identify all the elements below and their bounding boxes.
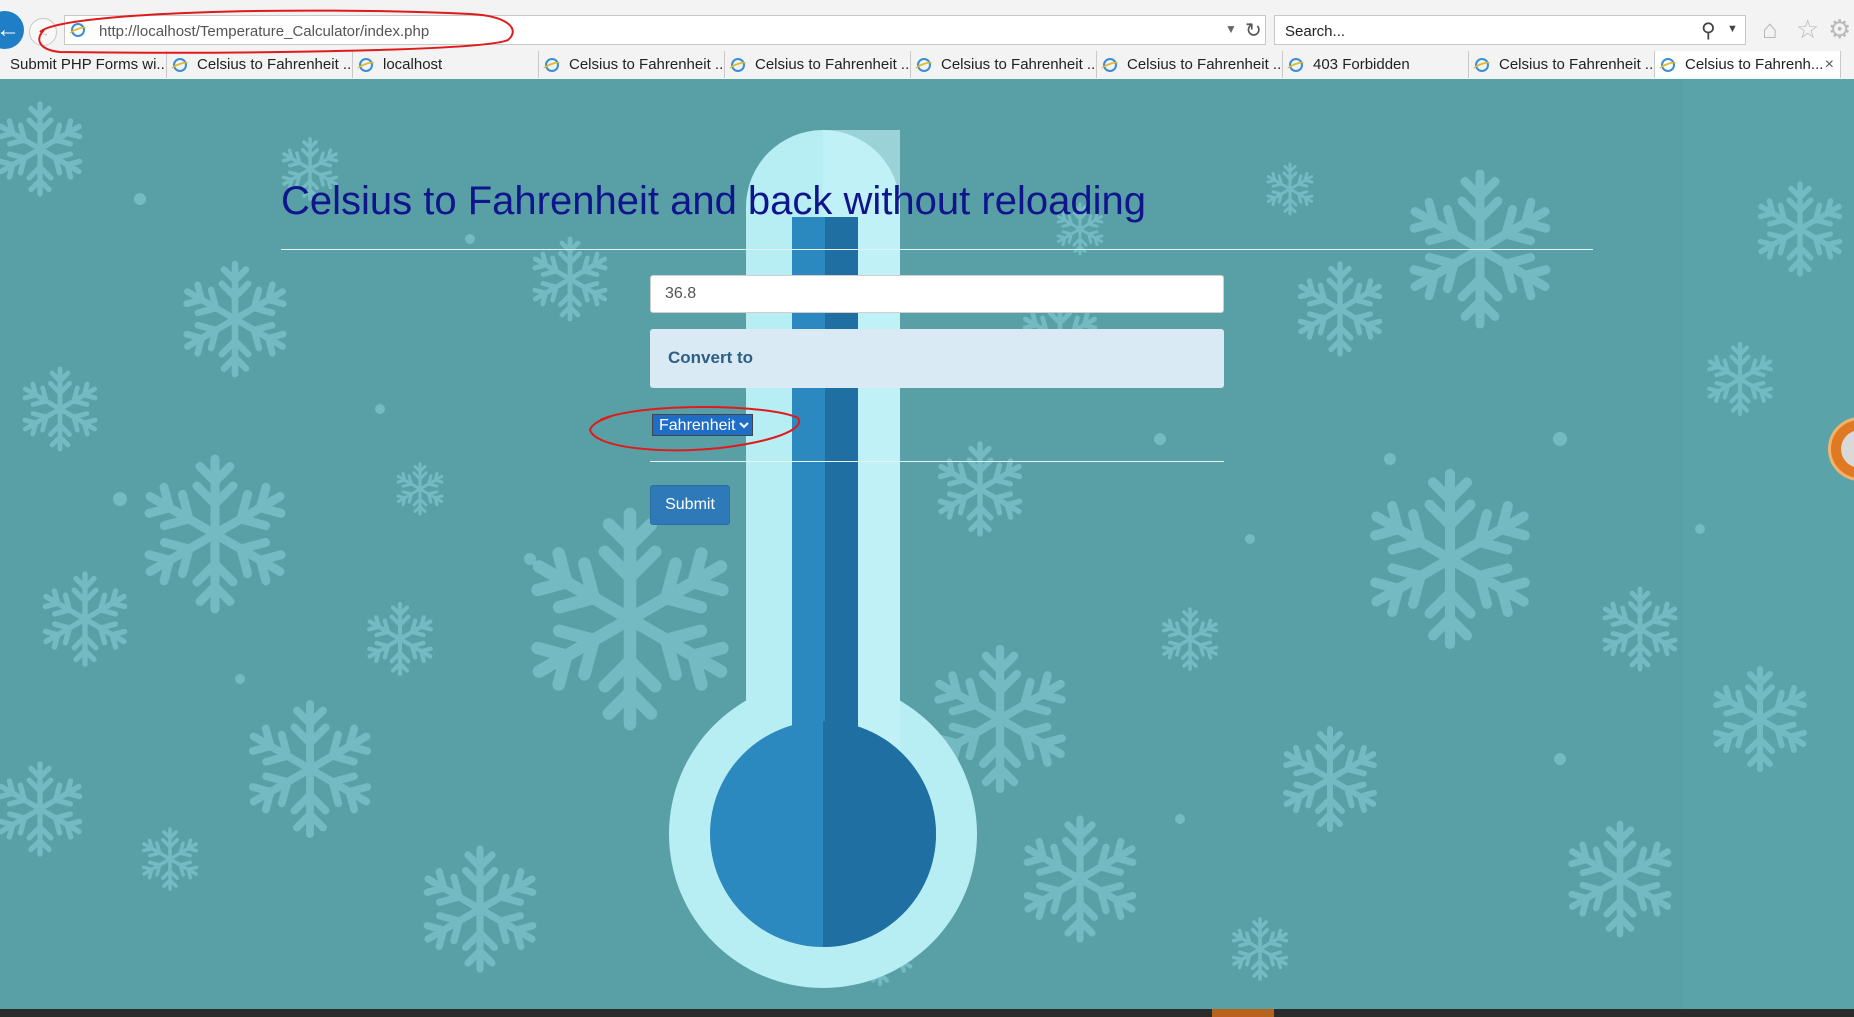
ie-page-icon (917, 58, 931, 72)
ie-page-icon (1103, 58, 1117, 72)
tab-item[interactable]: Celsius to Fahrenheit ... (1097, 51, 1283, 78)
star-icon[interactable]: ☆ (1796, 14, 1819, 44)
tab-label: Celsius to Fahrenheit ... (569, 56, 725, 73)
tab-item[interactable]: Celsius to Fahrenheit ... (911, 51, 1097, 78)
search-input[interactable] (1283, 20, 1687, 42)
address-bar[interactable]: http://localhost/Temperature_Calculator/… (64, 15, 1266, 45)
tab-label: Submit PHP Forms wi... (10, 56, 167, 73)
tab-label: Celsius to Fahrenheit ... (197, 56, 353, 73)
forward-arrow-icon[interactable]: → (29, 18, 57, 46)
ie-page-icon (1475, 58, 1489, 72)
tab-item[interactable]: Celsius to Fahrenheit ... (725, 51, 911, 78)
ie-page-icon (173, 58, 187, 72)
submit-button[interactable]: Submit (650, 485, 730, 525)
close-icon[interactable]: × (1825, 51, 1834, 78)
search-dropdown-icon[interactable]: ▼ (1727, 23, 1738, 35)
tab-item[interactable]: Submit PHP Forms wi... (0, 51, 167, 78)
tab-item[interactable]: Celsius to Fahrenheit ... (539, 51, 725, 78)
tab-item[interactable]: Celsius to Fahrenheit ... (1469, 51, 1655, 78)
gear-icon[interactable]: ⚙ (1828, 14, 1851, 44)
tab-label: Celsius to Fahrenheit ... (755, 56, 911, 73)
search-icon[interactable]: ⚲ (1701, 18, 1716, 43)
tab-item[interactable]: localhost (353, 51, 539, 78)
unit-select[interactable]: Fahrenheit (652, 414, 753, 436)
page-title: Celsius to Fahrenheit and back without r… (281, 179, 1146, 223)
tab-label: Celsius to Fahrenheit ... (1127, 56, 1283, 73)
ie-page-icon (731, 58, 745, 72)
browser-chrome: ← → http://localhost/Temperature_Calcula… (0, 0, 1854, 80)
address-row: ← → http://localhost/Temperature_Calcula… (0, 10, 1854, 50)
ie-page-icon (1289, 58, 1303, 72)
ie-page-icon (1661, 58, 1675, 72)
tab-item[interactable]: 403 Forbidden (1283, 51, 1469, 78)
refresh-icon[interactable]: ↻ (1245, 18, 1262, 43)
tab-label: Celsius to Fahrenh... (1685, 56, 1824, 73)
home-icon[interactable]: ⌂ (1762, 14, 1778, 44)
taskbar-app-indicator[interactable] (1212, 1009, 1274, 1017)
address-url[interactable]: http://localhost/Temperature_Calculator/… (99, 23, 429, 40)
tab-item-active[interactable]: Celsius to Fahrenh... × (1655, 51, 1841, 78)
tab-strip: Submit PHP Forms wi... Celsius to Fahren… (0, 51, 1854, 79)
back-arrow-icon[interactable]: ← (0, 11, 24, 49)
address-dropdown-icon[interactable]: ▼ (1225, 22, 1237, 36)
ie-page-icon (545, 58, 559, 72)
page-content: Celsius to Fahrenheit and back without r… (0, 79, 1854, 1009)
taskbar (0, 1009, 1854, 1017)
form-divider (650, 461, 1224, 462)
tab-label: localhost (383, 56, 443, 73)
tab-item[interactable]: Celsius to Fahrenheit ... (167, 51, 353, 78)
tab-label: Celsius to Fahrenheit ... (1499, 56, 1655, 73)
temperature-input[interactable] (650, 275, 1224, 313)
convert-panel: Convert to (650, 329, 1224, 388)
ie-page-icon (71, 23, 85, 37)
thermometer-illustration (669, 130, 977, 988)
convert-label: Convert to (668, 348, 753, 367)
tab-label: Celsius to Fahrenheit ... (941, 56, 1097, 73)
ie-page-icon (359, 58, 373, 72)
tab-label: 403 Forbidden (1313, 56, 1410, 73)
search-box[interactable]: ⚲ ▼ (1274, 15, 1746, 45)
title-divider (281, 249, 1593, 250)
